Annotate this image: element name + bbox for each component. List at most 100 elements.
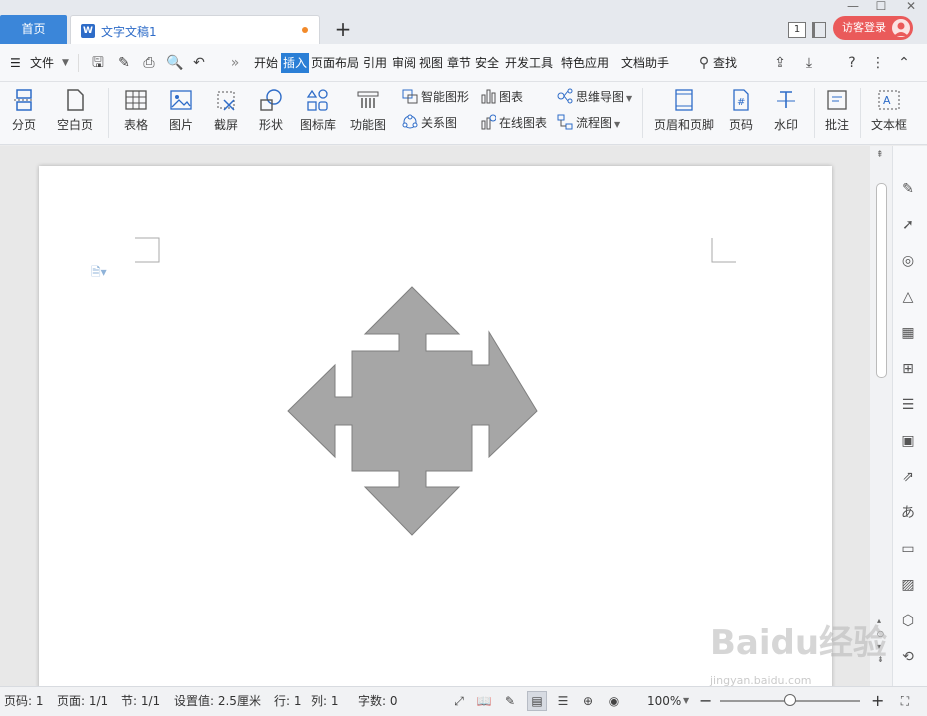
file-menu[interactable]: 文件 — [30, 44, 54, 82]
translate-icon[interactable]: あ — [898, 503, 918, 523]
divider — [108, 88, 109, 138]
relation-chart-button[interactable]: 关系图 — [402, 113, 457, 133]
zoom-slider-knob[interactable] — [784, 694, 796, 706]
menu-tab-view[interactable]: 视图 — [419, 44, 443, 82]
menu-tab-layout[interactable]: 页面布局 — [311, 44, 359, 82]
picture-button[interactable]: 图片 — [160, 82, 202, 145]
menu-tab-features[interactable]: 特色应用 — [561, 44, 609, 82]
share-icon[interactable]: ⇪ — [772, 55, 788, 71]
menu-tab-insert[interactable]: 插入 — [281, 53, 310, 73]
search-icon[interactable]: ⚲ — [696, 55, 712, 71]
minimize-button[interactable]: — — [843, 0, 863, 12]
outline-view-icon[interactable]: ☰ — [555, 693, 571, 709]
eye-protect-icon[interactable]: ◉ — [606, 693, 622, 709]
read-mode-icon[interactable]: 📖 — [476, 693, 492, 709]
shape-button[interactable]: 形状 — [250, 82, 292, 145]
maximize-button[interactable]: ☐ — [871, 0, 891, 12]
smart-shape-button[interactable]: 智能图形 — [402, 87, 469, 107]
status-setting[interactable]: 设置值: 2.5厘米 — [174, 686, 261, 716]
search-button[interactable]: 查找 — [713, 44, 737, 82]
new-tab-button[interactable]: + — [333, 17, 353, 41]
blank-page-label: 空白页 — [56, 118, 93, 132]
settings-sliders-icon[interactable]: ☰ — [898, 395, 918, 415]
function-chart-button[interactable]: 功能图 — [344, 82, 392, 145]
write-mode-icon[interactable]: ✎ — [502, 693, 518, 709]
scrollbar-thumb[interactable] — [876, 183, 887, 378]
chevron-down-icon[interactable]: ▼ — [683, 686, 689, 716]
table-grid-icon[interactable]: ▦ — [898, 323, 918, 343]
menu-tab-security[interactable]: 安全 — [475, 44, 499, 82]
status-row[interactable]: 行: 1 — [274, 686, 302, 716]
menu-tab-review[interactable]: 审阅 — [392, 44, 416, 82]
help-icon[interactable]: ? — [844, 55, 860, 71]
comment-button[interactable]: 批注 — [818, 82, 856, 145]
close-window-button[interactable]: ✕ — [901, 0, 921, 12]
save-icon[interactable]: 🖫 — [90, 55, 106, 71]
zoom-level[interactable]: 100% — [647, 686, 681, 716]
picture-panel-icon[interactable]: ▨ — [898, 575, 918, 595]
window-count-badge[interactable]: 1 — [788, 22, 806, 38]
tab-document[interactable]: W 文字文稿1 — [70, 15, 320, 44]
tab-home[interactable]: 首页 — [0, 15, 67, 44]
history-icon[interactable]: ⟲ — [898, 647, 918, 667]
more-chevron-icon[interactable]: » — [227, 55, 243, 71]
menu-tab-section[interactable]: 章节 — [447, 44, 471, 82]
menu-tab-reference[interactable]: 引用 — [363, 44, 387, 82]
web-view-icon[interactable]: ⊕ — [580, 693, 596, 709]
archive-icon[interactable]: ▭ — [898, 539, 918, 559]
page-break-button[interactable]: 分页 — [4, 82, 44, 145]
menu-tab-assistant[interactable]: 文档助手 — [621, 44, 669, 82]
blank-page-button[interactable]: 空白页 — [50, 82, 100, 145]
collapse-ribbon-icon[interactable]: ⌃ — [896, 55, 912, 71]
undo-icon[interactable]: ↶ — [191, 55, 207, 71]
share-export-icon[interactable]: ⇗ — [898, 467, 918, 487]
icon-library-button[interactable]: 图标库 — [296, 82, 340, 145]
status-pages[interactable]: 页面: 1/1 — [57, 686, 108, 716]
screenshot-button[interactable]: 截屏 — [205, 82, 247, 145]
shield-icon[interactable]: ⬡ — [898, 611, 918, 631]
login-button[interactable]: 访客登录 — [833, 16, 913, 40]
print-icon[interactable]: ⎙ — [141, 55, 157, 71]
paragraph-marker-icon[interactable]: 🗎▾ — [91, 263, 107, 284]
zoom-in-button[interactable]: + — [871, 686, 884, 716]
image-library-icon[interactable]: ▣ — [898, 431, 918, 451]
menu-tab-developer[interactable]: 开发工具 — [505, 44, 553, 82]
status-section[interactable]: 节: 1/1 — [121, 686, 160, 716]
function-chart-icon — [356, 88, 380, 112]
menu-tab-start[interactable]: 开始 — [254, 44, 278, 82]
textbox-label: 文本框 — [870, 118, 907, 132]
page-view-icon[interactable]: ▤ — [527, 691, 547, 711]
chart-icon — [480, 88, 496, 104]
fill-icon[interactable]: △ — [898, 287, 918, 307]
edit-icon[interactable]: ✎ — [898, 179, 918, 199]
apps-icon[interactable]: ⊞ — [898, 359, 918, 379]
textbox-button[interactable]: A 文本框 — [864, 82, 914, 145]
layout-icon[interactable] — [812, 22, 826, 38]
online-chart-button[interactable]: 在线图表 — [480, 113, 547, 133]
table-button[interactable]: 表格 — [115, 82, 157, 145]
chevron-down-icon[interactable]: ▼ — [62, 44, 69, 82]
flowchart-button[interactable]: 流程图 ▼ — [557, 113, 620, 133]
print-preview-icon[interactable]: 🔍 — [166, 55, 183, 71]
status-column[interactable]: 列: 1 — [311, 686, 339, 716]
status-word-count[interactable]: 字数: 0 — [358, 686, 398, 716]
mind-map-button[interactable]: 思维导图 ▼ — [557, 87, 632, 107]
zoom-out-button[interactable]: − — [699, 686, 712, 716]
header-footer-button[interactable]: 页眉和页脚 — [650, 82, 718, 145]
more-icon[interactable]: ⋮ — [870, 55, 886, 71]
comment-label: 批注 — [824, 118, 849, 132]
scroll-up-icon[interactable]: ⇞ — [876, 150, 884, 160]
fit-page-icon[interactable]: ⛶ — [897, 693, 913, 709]
shapes-icon[interactable]: ◎ — [898, 251, 918, 271]
page-number-button[interactable]: # 页码 — [720, 82, 762, 145]
watermark-button[interactable]: 水印 — [765, 82, 807, 145]
chevron-down-icon: ▼ — [614, 120, 621, 129]
format-painter-icon[interactable]: ✎ — [116, 55, 132, 71]
fullscreen-icon[interactable]: ⤢ — [451, 693, 467, 709]
four-way-arrow-shape[interactable] — [286, 285, 538, 537]
status-page-code[interactable]: 页码: 1 — [4, 686, 44, 716]
select-cursor-icon[interactable]: ➚ — [898, 215, 918, 235]
chart-button[interactable]: 图表 — [480, 87, 523, 107]
export-icon[interactable]: ⤓ — [801, 55, 817, 71]
hamburger-icon[interactable]: ☰ — [10, 44, 21, 82]
